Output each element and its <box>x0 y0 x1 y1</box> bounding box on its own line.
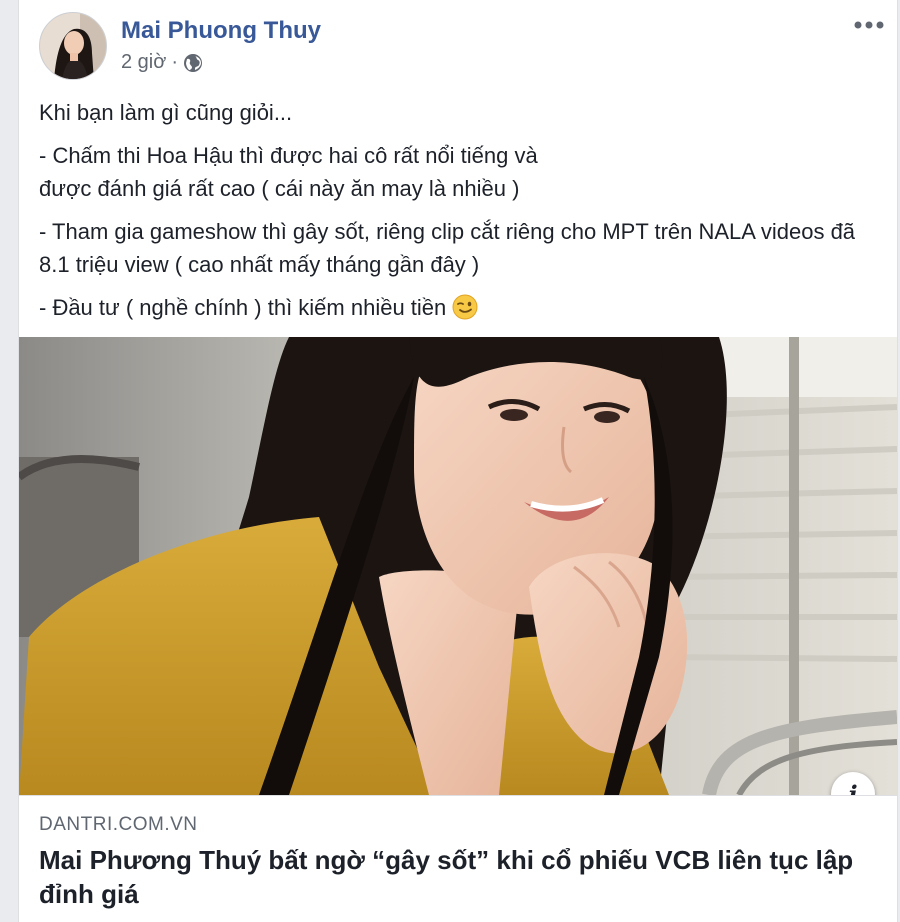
post-text: Khi bạn làm gì cũng giỏi... - Chấm thi H… <box>39 96 879 334</box>
link-preview-image[interactable] <box>19 337 897 795</box>
wink-emoji-icon <box>452 294 478 320</box>
post-timestamp[interactable]: 2 giờ <box>121 51 166 74</box>
post-paragraph: Khi bạn làm gì cũng giỏi... <box>39 100 293 125</box>
author-name[interactable]: Mai Phuong Thuy <box>121 17 321 45</box>
meta-separator: · <box>171 51 179 73</box>
post-paragraph-last: - Đầu tư ( nghề chính ) thì kiếm nhiều t… <box>39 291 879 324</box>
post-paragraph: - Chấm thi Hoa Hậu thì được hai cô rất n… <box>39 143 538 201</box>
post-meta: 2 giờ · <box>121 51 203 74</box>
post-paragraph: - Tham gia gameshow thì gây sốt, riêng c… <box>39 219 856 277</box>
link-title[interactable]: Mai Phương Thuý bất ngờ “gây sốt” khi cổ… <box>39 843 879 911</box>
link-domain: DANTRI.COM.VN <box>39 814 198 835</box>
globe-icon[interactable] <box>183 53 203 73</box>
post-paragraph-text: - Đầu tư ( nghề chính ) thì kiếm nhiều t… <box>39 295 447 320</box>
author-avatar[interactable] <box>39 12 107 80</box>
post-card: Mai Phuong Thuy 2 giờ · Khi bạn làm gì c… <box>18 0 898 922</box>
article-photo <box>19 337 897 795</box>
link-preview-footer[interactable]: DANTRI.COM.VN Mai Phương Thuý bất ngờ “g… <box>19 795 897 922</box>
more-options-icon[interactable] <box>849 10 889 40</box>
avatar-photo <box>40 13 106 79</box>
